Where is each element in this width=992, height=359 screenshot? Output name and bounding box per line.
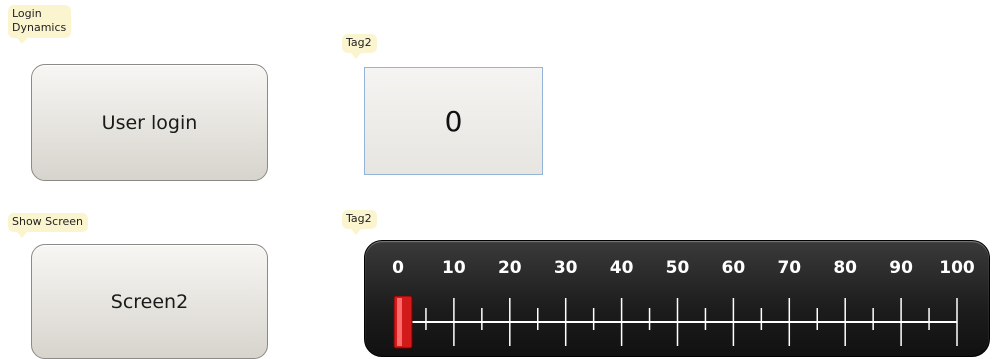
bar-value-indicator xyxy=(393,295,413,349)
bar-value-highlight xyxy=(397,298,402,346)
bar-scale xyxy=(393,295,958,349)
